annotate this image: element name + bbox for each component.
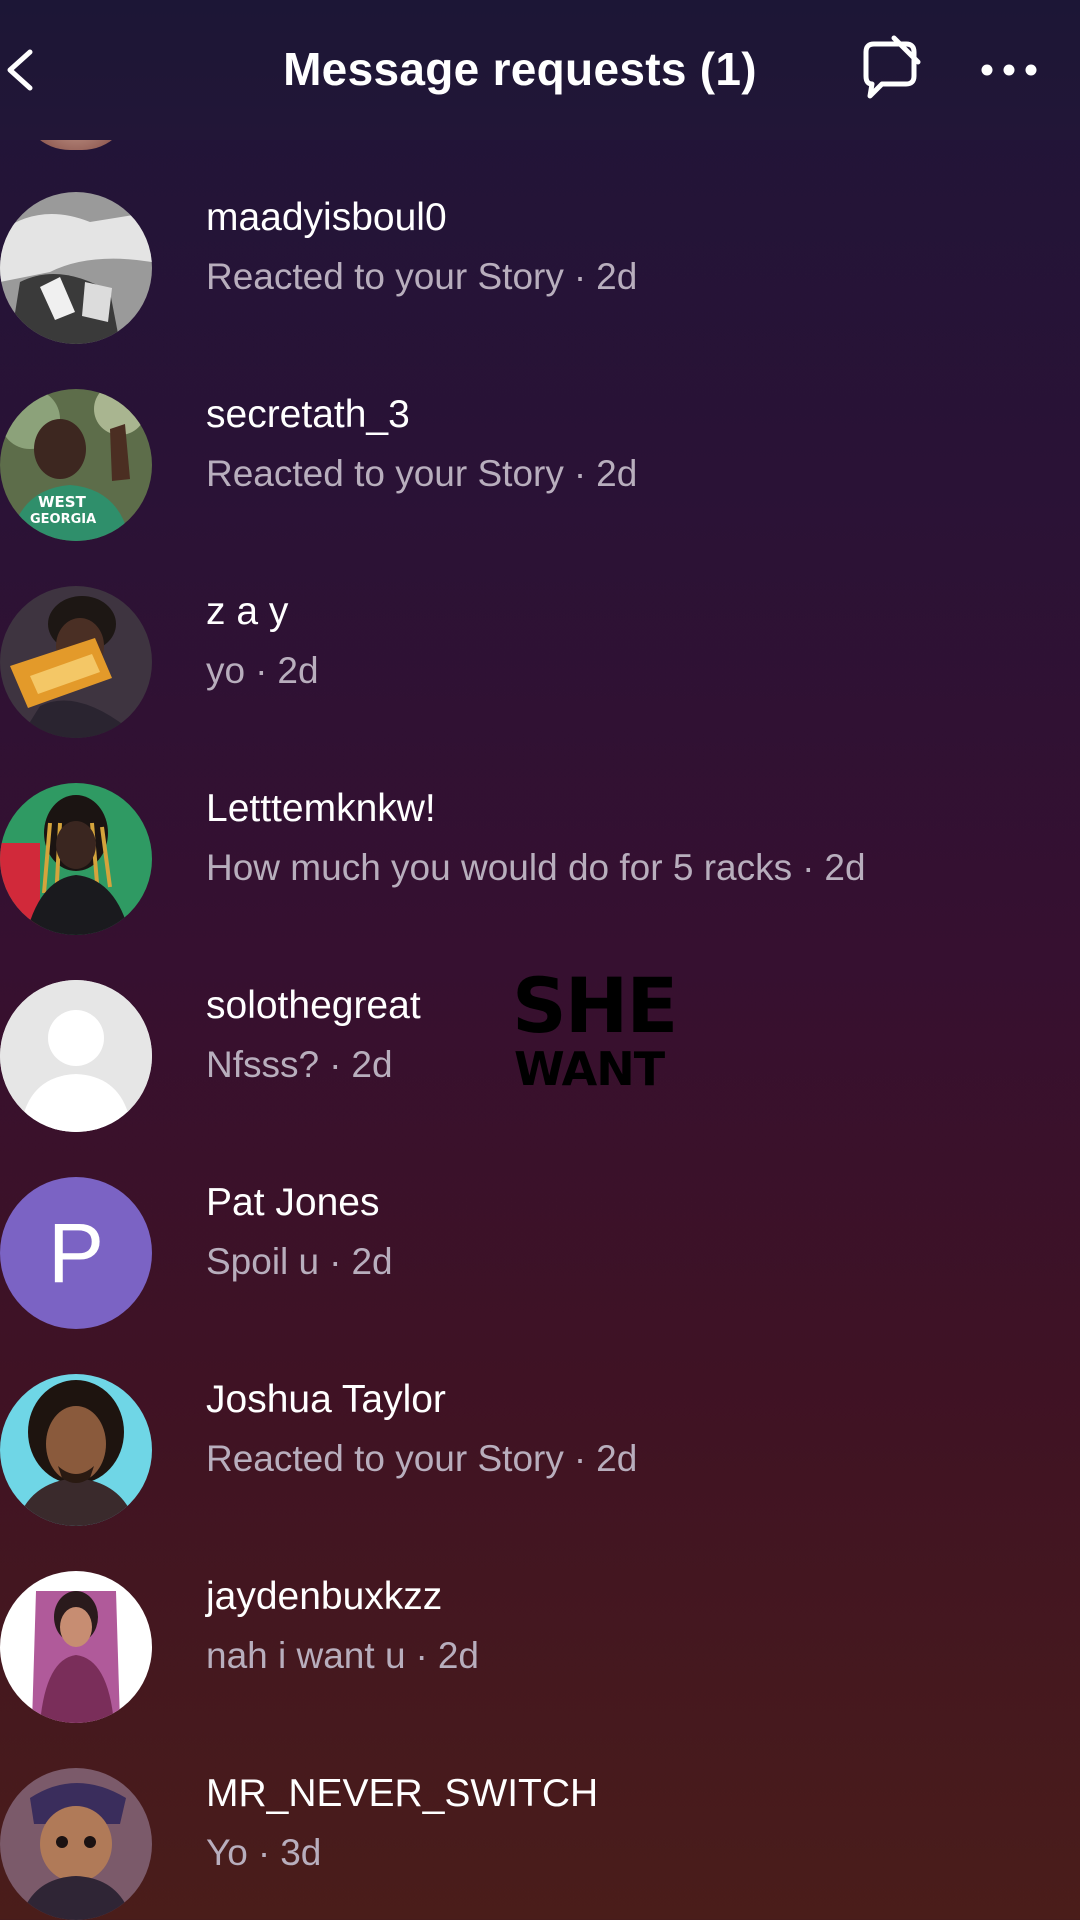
request-row-pat-jones[interactable]: P Pat Jones Spoil u · 2d: [0, 1155, 1080, 1351]
message-request-list: maadyisboul0 Reacted to your Story · 2d WE…: [0, 0, 1080, 1920]
message-preview: yo · 2d: [206, 650, 319, 692]
separator: ·: [573, 453, 587, 494]
sender-name: jaydenbuxkzz: [206, 1575, 443, 1618]
message-time: 2d: [596, 256, 638, 297]
separator: ·: [573, 256, 587, 297]
chat-muted-icon: [863, 35, 921, 99]
more-horizontal-icon: [981, 64, 1037, 76]
request-row-maadyisboul0[interactable]: maadyisboul0 Reacted to your Story · 2d: [0, 170, 1080, 366]
message-time: 2d: [351, 1044, 393, 1085]
sender-name: z a y: [206, 590, 289, 633]
sender-name: Letttemknkw!: [206, 787, 436, 830]
more-options-button[interactable]: [978, 50, 1040, 90]
message-time: 2d: [351, 1241, 393, 1282]
letter-avatar[interactable]: P: [0, 1177, 152, 1329]
request-row-secretath-3[interactable]: WEST GEORGIA secretath_3 Reacted to your…: [0, 367, 1080, 563]
message-text: How much you would do for 5 racks: [206, 847, 793, 888]
sender-name: solothegreat: [206, 984, 421, 1027]
message-text: Nfsss?: [206, 1044, 320, 1085]
message-time: 2d: [277, 650, 319, 691]
request-row-zay[interactable]: z a y yo · 2d: [0, 564, 1080, 760]
message-time: 2d: [824, 847, 866, 888]
avatar[interactable]: [0, 586, 152, 738]
avatar[interactable]: [0, 1768, 152, 1920]
request-row-mr-never-switch[interactable]: MR_NEVER_SWITCH Yo · 3d: [0, 1746, 1080, 1920]
separator: ·: [257, 1832, 271, 1873]
message-preview: Reacted to your Story · 2d: [206, 453, 637, 495]
message-time: 3d: [280, 1832, 322, 1873]
overlay-line-1: SHE: [512, 961, 678, 1050]
message-preview: Reacted to your Story · 2d: [206, 1438, 637, 1480]
avatar[interactable]: WEST GEORGIA: [0, 389, 152, 541]
message-preview: Reacted to your Story · 2d: [206, 256, 637, 298]
avatar[interactable]: [0, 1571, 152, 1723]
separator: ·: [573, 1438, 587, 1479]
avatar[interactable]: [0, 1374, 152, 1526]
message-text: Spoil u: [206, 1241, 320, 1282]
sender-name: secretath_3: [206, 393, 410, 436]
svg-text:WEST: WEST: [38, 493, 87, 511]
mute-requests-button[interactable]: [858, 34, 922, 104]
request-row-letttemknkw[interactable]: Letttemknkw! How much you would do for 5…: [0, 761, 1080, 957]
message-text: Reacted to your Story: [206, 1438, 564, 1479]
sender-name: MR_NEVER_SWITCH: [206, 1772, 599, 1815]
overlay-line-2: WANT: [514, 1042, 665, 1096]
message-preview: nah i want u · 2d: [206, 1635, 479, 1677]
sender-name: maadyisboul0: [206, 196, 447, 239]
sender-name: Joshua Taylor: [206, 1378, 446, 1421]
message-time: 2d: [596, 453, 638, 494]
message-time: 2d: [596, 1438, 638, 1479]
avatar[interactable]: [0, 783, 152, 935]
overlay-text: SHE WANT: [512, 961, 678, 1096]
separator: ·: [329, 1044, 342, 1085]
message-time: 2d: [437, 1635, 480, 1676]
default-avatar-icon[interactable]: [0, 980, 152, 1132]
message-text: yo: [206, 650, 246, 691]
message-text: Yo: [206, 1832, 248, 1873]
message-preview: Spoil u · 2d: [206, 1241, 393, 1283]
message-text: nah i want u: [206, 1635, 406, 1676]
separator: ·: [329, 1241, 342, 1282]
request-row-joshua-taylor[interactable]: Joshua Taylor Reacted to your Story · 2d: [0, 1352, 1080, 1548]
top-bar: Message requests (1): [0, 0, 1080, 140]
message-text: Reacted to your Story: [206, 256, 564, 297]
message-preview: How much you would do for 5 racks · 2d: [206, 847, 866, 889]
avatar[interactable]: [0, 192, 152, 344]
message-text: Reacted to your Story: [206, 453, 564, 494]
message-preview: Yo · 3d: [206, 1832, 321, 1874]
svg-text:GEORGIA: GEORGIA: [30, 512, 96, 527]
separator: ·: [415, 1635, 428, 1676]
sender-name: Pat Jones: [206, 1181, 380, 1224]
separator: ·: [255, 650, 268, 691]
message-preview: Nfsss? · 2d: [206, 1044, 393, 1086]
separator: ·: [802, 847, 815, 888]
request-row-jaydenbuxkzz[interactable]: jaydenbuxkzz nah i want u · 2d: [0, 1549, 1080, 1745]
